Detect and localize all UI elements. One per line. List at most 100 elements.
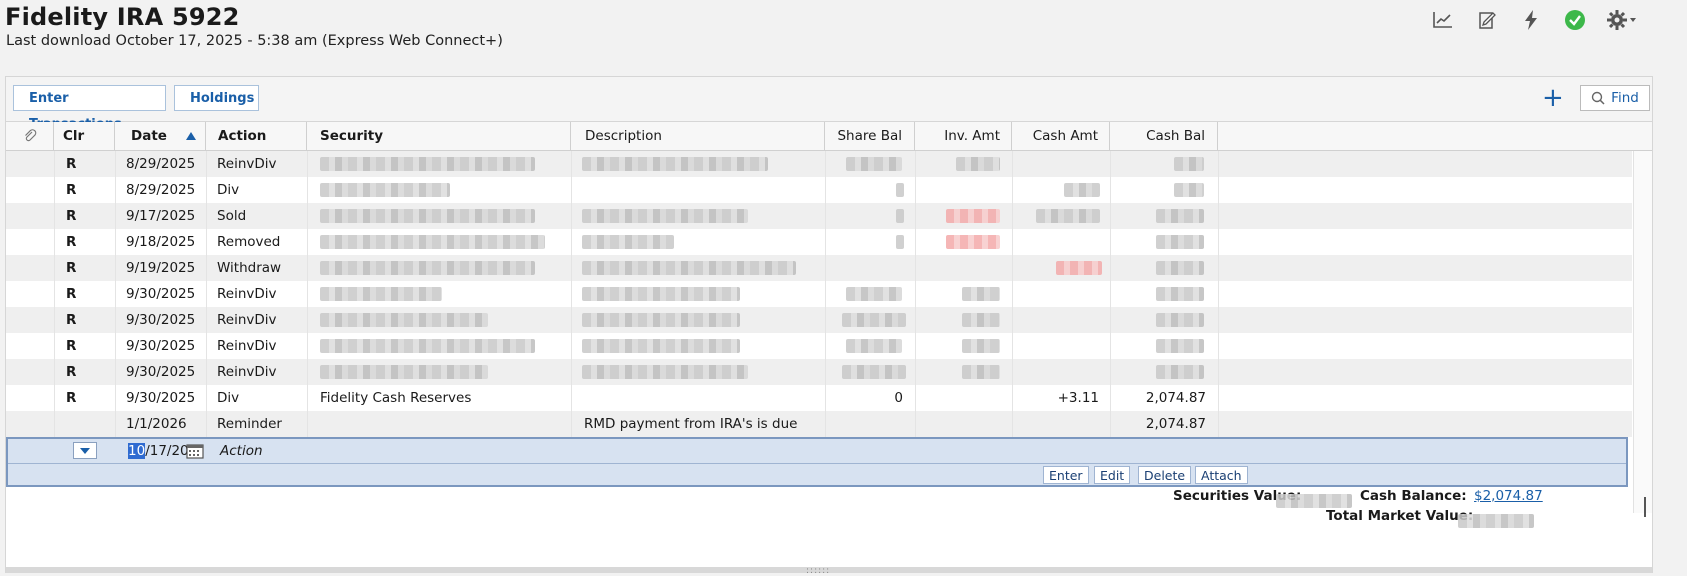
last-download-status: Last download October 17, 2025 - 5:38 am… <box>6 33 503 49</box>
reminder-row[interactable]: 1/1/2026 Reminder RMD payment from IRA's… <box>6 411 1632 437</box>
attach-button[interactable]: Attach <box>1195 466 1248 484</box>
redacted-share-bal <box>842 313 906 327</box>
redacted-share-bal <box>846 157 902 171</box>
clr-cell: R <box>66 286 77 302</box>
table-row[interactable]: R 8/29/2025 Div <box>6 177 1632 203</box>
cash-balance-link[interactable]: $2,074.87 <box>1474 488 1543 504</box>
date-cell: 8/29/2025 <box>126 156 196 172</box>
redacted-security <box>320 261 535 275</box>
column-header-row: Clr Date Action Security Description Sha… <box>6 122 1652 151</box>
cash-bal-column-header[interactable]: Cash Bal <box>1110 122 1218 150</box>
calendar-icon[interactable] <box>186 443 204 459</box>
action-cell: ReinvDiv <box>217 364 277 380</box>
date-cell: 9/30/2025 <box>126 390 196 406</box>
clr-cell: R <box>66 312 77 328</box>
redacted-description <box>582 209 748 223</box>
action-column-header[interactable]: Action <box>206 122 307 150</box>
security-cell: Fidelity Cash Reserves <box>320 390 472 406</box>
search-icon <box>1591 91 1605 105</box>
clr-cell: R <box>66 208 77 224</box>
find-button[interactable]: Find <box>1580 85 1650 111</box>
table-row[interactable]: R 9/30/2025 ReinvDiv <box>6 281 1632 307</box>
redacted-share-bal <box>896 235 904 249</box>
edit-button[interactable]: Edit <box>1094 466 1131 484</box>
holdings-tab[interactable]: Holdings <box>174 85 259 111</box>
scroll-thumb[interactable] <box>1644 497 1646 517</box>
table-row[interactable]: R 9/19/2025 Withdraw <box>6 255 1632 281</box>
table-row[interactable]: R 9/30/2025 ReinvDiv <box>6 333 1632 359</box>
share-bal-column-header[interactable]: Share Bal <box>825 122 915 150</box>
online-status-icon[interactable] <box>1562 7 1588 33</box>
total-market-value-label: Total Market Value: <box>1326 508 1474 524</box>
add-icon[interactable]: + <box>1542 84 1564 112</box>
action-cell: ReinvDiv <box>217 286 277 302</box>
resize-grip-icon[interactable]: :::::: <box>806 566 830 576</box>
action-cell: Reminder <box>217 416 282 432</box>
redacted-inv-amt <box>962 365 1000 379</box>
redacted-security <box>320 313 488 327</box>
gear-icon[interactable] <box>1606 7 1638 33</box>
description-column-header[interactable]: Description <box>571 122 825 150</box>
date-input-selection: 10 <box>128 443 146 459</box>
paperclip-icon <box>24 129 36 142</box>
table-row[interactable]: R 9/17/2025 Sold <box>6 203 1632 229</box>
clr-cell: R <box>66 260 77 276</box>
redacted-share-bal <box>896 209 904 223</box>
lightning-icon[interactable] <box>1518 7 1544 33</box>
vertical-scrollbar[interactable] <box>1633 151 1652 517</box>
securities-value-redacted <box>1276 490 1352 509</box>
account-toolbar <box>1430 7 1656 33</box>
redacted-description <box>582 287 740 301</box>
attachment-column-header[interactable] <box>6 122 54 150</box>
redacted-cash-bal <box>1156 261 1204 275</box>
chart-icon[interactable] <box>1430 7 1456 33</box>
table-row[interactable]: R 9/30/2025 ReinvDiv <box>6 359 1632 385</box>
clr-dropdown[interactable] <box>73 442 97 459</box>
table-row[interactable]: R 8/29/2025 ReinvDiv <box>6 151 1632 177</box>
enter-button[interactable]: Enter <box>1043 466 1089 484</box>
delete-button[interactable]: Delete <box>1138 466 1192 484</box>
description-cell: RMD payment from IRA's is due <box>584 416 798 432</box>
action-cell: ReinvDiv <box>217 338 277 354</box>
redacted-cash-bal <box>1174 157 1204 171</box>
redacted-inv-amt <box>956 157 1000 171</box>
date-cell: 1/1/2026 <box>126 416 187 432</box>
redacted-security <box>320 235 545 249</box>
redacted-cash-bal <box>1156 365 1204 379</box>
redacted-inv-amt <box>946 235 1000 249</box>
clr-cell: R <box>66 364 77 380</box>
date-cell: 9/19/2025 <box>126 260 196 276</box>
report-icon[interactable] <box>1474 7 1500 33</box>
cash-amt-column-header[interactable]: Cash Amt <box>1012 122 1110 150</box>
redacted-inv-amt <box>946 209 1000 223</box>
date-cell: 9/18/2025 <box>126 234 196 250</box>
date-column-header[interactable]: Date <box>115 122 206 150</box>
new-transaction-entry-row[interactable]: 10/17/202 Action Enter Edit Delete Attac… <box>6 437 1628 487</box>
clr-cell: R <box>66 156 77 172</box>
redacted-cash-bal <box>1156 339 1204 353</box>
clr-column-header[interactable]: Clr <box>54 122 115 150</box>
table-row[interactable]: R 9/30/2025 Div Fidelity Cash Reserves 0… <box>6 385 1632 411</box>
enter-transactions-tab[interactable]: Enter Transactions <box>13 85 166 132</box>
redacted-cash-bal <box>1156 313 1204 327</box>
total-market-value-redacted <box>1458 510 1534 529</box>
table-row[interactable]: R 9/18/2025 Removed <box>6 229 1632 255</box>
cash-balance-label: Cash Balance: <box>1360 488 1467 504</box>
action-input[interactable]: Action <box>220 442 263 460</box>
cash-bal-cell: 2,074.87 <box>1145 390 1206 406</box>
inv-amt-column-header[interactable]: Inv. Amt <box>915 122 1012 150</box>
date-cell: 9/30/2025 <box>126 312 196 328</box>
redacted-inv-amt <box>962 313 1000 327</box>
share-bal-cell: 0 <box>894 390 903 406</box>
redacted-share-bal <box>846 287 902 301</box>
security-column-header[interactable]: Security <box>307 122 571 150</box>
cash-bal-cell: 2,074.87 <box>1145 416 1206 432</box>
redacted-cash-bal <box>1156 287 1204 301</box>
action-cell: Removed <box>217 234 281 250</box>
table-row[interactable]: R 9/30/2025 ReinvDiv <box>6 307 1632 333</box>
redacted-security <box>320 157 535 171</box>
action-cell: Sold <box>217 208 247 224</box>
redacted-description <box>582 157 768 171</box>
date-cell: 9/17/2025 <box>126 208 196 224</box>
redacted-security <box>320 209 535 223</box>
